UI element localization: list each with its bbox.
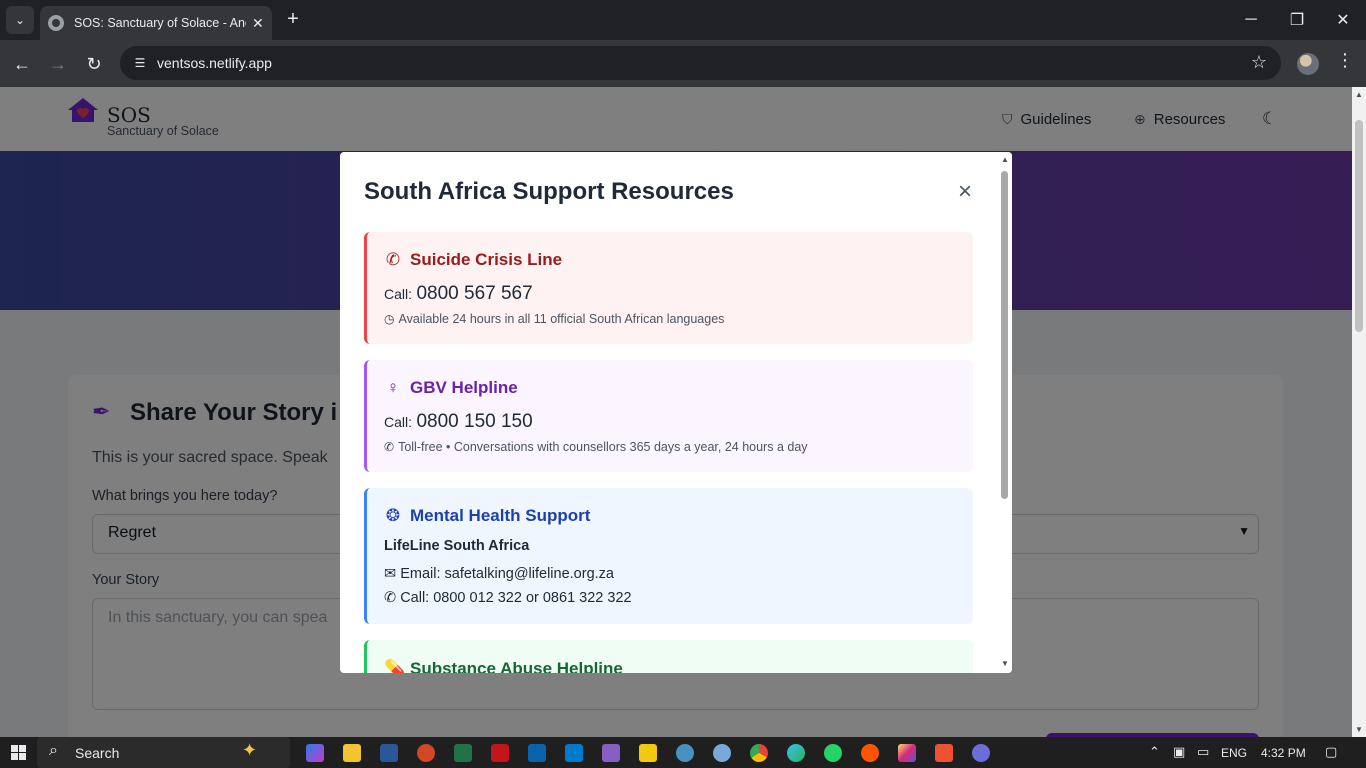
resources-modal: South Africa Support Resources × ✆ Suici…: [340, 152, 1012, 673]
taskbar-search[interactable]: ⌕ Search ✦: [37, 737, 290, 768]
reload-icon[interactable]: ↻: [80, 50, 108, 78]
profile-avatar[interactable]: [1297, 53, 1319, 75]
resource-name: GBV Helpline: [410, 378, 518, 397]
bookmark-star-icon[interactable]: ☆: [1251, 52, 1267, 73]
whatsapp-icon[interactable]: [824, 744, 842, 762]
envelope-icon: ✉: [384, 566, 397, 582]
phone-icon: ✆: [385, 250, 401, 269]
scroll-down-icon[interactable]: ▼: [1355, 725, 1363, 734]
phone-icon: ✆: [384, 440, 395, 454]
edge-icon[interactable]: [787, 744, 805, 762]
chevron-up-icon[interactable]: ⌃: [1149, 744, 1160, 760]
resource-heading: ✆ Suicide Crisis Line: [384, 250, 562, 270]
scroll-down-icon[interactable]: ▼: [1001, 659, 1009, 668]
window-close-button[interactable]: ✕: [1320, 0, 1366, 40]
page-scrollbar[interactable]: ▲ ▼: [1352, 87, 1366, 737]
female-icon: ♀: [386, 378, 400, 397]
outlook-icon[interactable]: [528, 744, 546, 762]
battery-icon[interactable]: ▭: [1197, 744, 1209, 760]
resource-card-suicide: ✆ Suicide Crisis Line Call: 0800 567 567…: [364, 232, 973, 344]
taskbar: ⌕ Search ✦ ⌃ ▣ ▭ ENG 4:32 PM ▢: [0, 737, 1366, 768]
resource-email[interactable]: Email: safetalking@lifeline.org.za: [400, 566, 614, 582]
resource-phone-line[interactable]: ✆ Call: 0800 012 322 or 0861 322 322: [384, 590, 632, 606]
acrobat-icon[interactable]: [491, 744, 509, 762]
settings-icon[interactable]: [972, 744, 990, 762]
call-label: Call:: [384, 414, 413, 430]
resource-card-mental-health: ❂ Mental Health Support LifeLine South A…: [364, 488, 973, 624]
tab-title: SOS: Sanctuary of Solace - Anonymous: [74, 16, 246, 30]
restore-button[interactable]: ❐: [1274, 0, 1320, 40]
vscode-icon[interactable]: [565, 744, 583, 762]
resource-phone[interactable]: Call: 0800 012 322 or 0861 322 322: [400, 590, 631, 606]
address-bar-row: ← → ↻ ☰ ventsos.netlify.app ☆: [0, 40, 1366, 87]
resource-org: LifeLine South Africa: [384, 538, 530, 554]
tab-close-icon[interactable]: ✕: [252, 15, 264, 32]
resource-heading: ♀ GBV Helpline: [384, 378, 518, 398]
omnibox[interactable]: ☰ ventsos.netlify.app ☆: [120, 46, 1281, 80]
tab-favicon-icon: [48, 15, 64, 31]
tab-search-icon[interactable]: ⌄: [6, 6, 34, 34]
soundcloud-icon[interactable]: [861, 744, 879, 762]
resource-call-line: Call: 0800 150 150: [384, 411, 533, 433]
resource-note: ✆ Toll-free • Conversations with counsell…: [384, 440, 808, 454]
excel-icon[interactable]: [454, 744, 472, 762]
sparkle-icon: ✦: [242, 740, 258, 760]
resource-email-line[interactable]: ✉ Email: safetalking@lifeline.org.za: [384, 566, 614, 582]
forward-icon[interactable]: →: [44, 50, 72, 78]
resource-card-gbv: ♀ GBV Helpline Call: 0800 150 150 ✆ Toll-…: [364, 360, 973, 472]
phone-number[interactable]: 0800 150 150: [416, 411, 532, 432]
resource-name: Suicide Crisis Line: [410, 250, 563, 269]
page-scroll-thumb[interactable]: [1355, 120, 1363, 332]
close-icon[interactable]: ×: [954, 178, 976, 206]
instagram-icon[interactable]: [898, 744, 916, 762]
site-info-icon[interactable]: ☰: [132, 55, 148, 71]
brain-icon: ❂: [385, 506, 401, 525]
scroll-up-icon[interactable]: ▲: [1001, 155, 1009, 164]
minimize-button[interactable]: ─: [1228, 0, 1274, 40]
powerpoint-icon[interactable]: [417, 744, 435, 762]
chrome-icon[interactable]: [750, 744, 768, 762]
search-icon: ⌕: [49, 742, 58, 759]
power-bi-icon[interactable]: [639, 744, 657, 762]
resource-card-substance: 💊 Substance Abuse Helpline: [364, 640, 973, 673]
file-explorer-icon[interactable]: [343, 744, 361, 762]
scroll-up-icon[interactable]: ▲: [1355, 90, 1363, 99]
resource-name: Substance Abuse Helpline: [410, 659, 623, 673]
pills-icon: 💊: [384, 659, 406, 673]
clock-icon: ◷: [384, 312, 395, 326]
resource-call-line: Call: 0800 567 567: [384, 283, 533, 305]
resource-heading: 💊 Substance Abuse Helpline: [384, 659, 623, 673]
url-text[interactable]: ventsos.netlify.app: [157, 55, 272, 71]
resource-note-text: Available 24 hours in all 11 official So…: [398, 312, 725, 326]
git-icon[interactable]: [935, 744, 953, 762]
windows-start-icon[interactable]: [11, 745, 26, 760]
notifications-icon[interactable]: ▢: [1325, 744, 1337, 760]
new-tab-button[interactable]: +: [282, 8, 304, 30]
visual-studio-icon[interactable]: [602, 744, 620, 762]
language-indicator[interactable]: ENG: [1221, 746, 1247, 760]
tab-strip: ⌄ SOS: Sanctuary of Solace - Anonymous ✕…: [0, 0, 1366, 40]
browser-menu-icon[interactable]: ⋮: [1336, 50, 1354, 71]
modal-scrollbar[interactable]: ▲ ▼: [997, 152, 1012, 673]
modal-title: South Africa Support Resources: [364, 178, 734, 205]
resource-heading: ❂ Mental Health Support: [384, 506, 591, 526]
call-label: Call:: [384, 286, 413, 302]
word-icon[interactable]: [380, 744, 398, 762]
phone-icon: ✆: [384, 590, 397, 606]
phone-number[interactable]: 0800 567 567: [416, 283, 532, 304]
resource-note-text: Toll-free • Conversations with counsello…: [398, 440, 808, 454]
page-viewport: SOS Sanctuary of Solace ⛉ Guidelines ⊕ R…: [0, 87, 1366, 737]
copilot-icon[interactable]: [306, 744, 324, 762]
resource-name: Mental Health Support: [410, 506, 591, 525]
resource-note: ◷ Available 24 hours in all 11 official S…: [384, 312, 724, 326]
taskbar-search-label: Search: [75, 745, 120, 761]
r-studio-icon[interactable]: [713, 744, 731, 762]
back-icon[interactable]: ←: [8, 50, 36, 78]
camera-icon[interactable]: ▣: [1173, 744, 1185, 760]
feedback-icon[interactable]: [676, 744, 694, 762]
clock[interactable]: 4:32 PM: [1261, 746, 1306, 760]
modal-scroll-thumb[interactable]: [1001, 171, 1008, 499]
active-tab[interactable]: SOS: Sanctuary of Solace - Anonymous ✕: [40, 6, 272, 40]
